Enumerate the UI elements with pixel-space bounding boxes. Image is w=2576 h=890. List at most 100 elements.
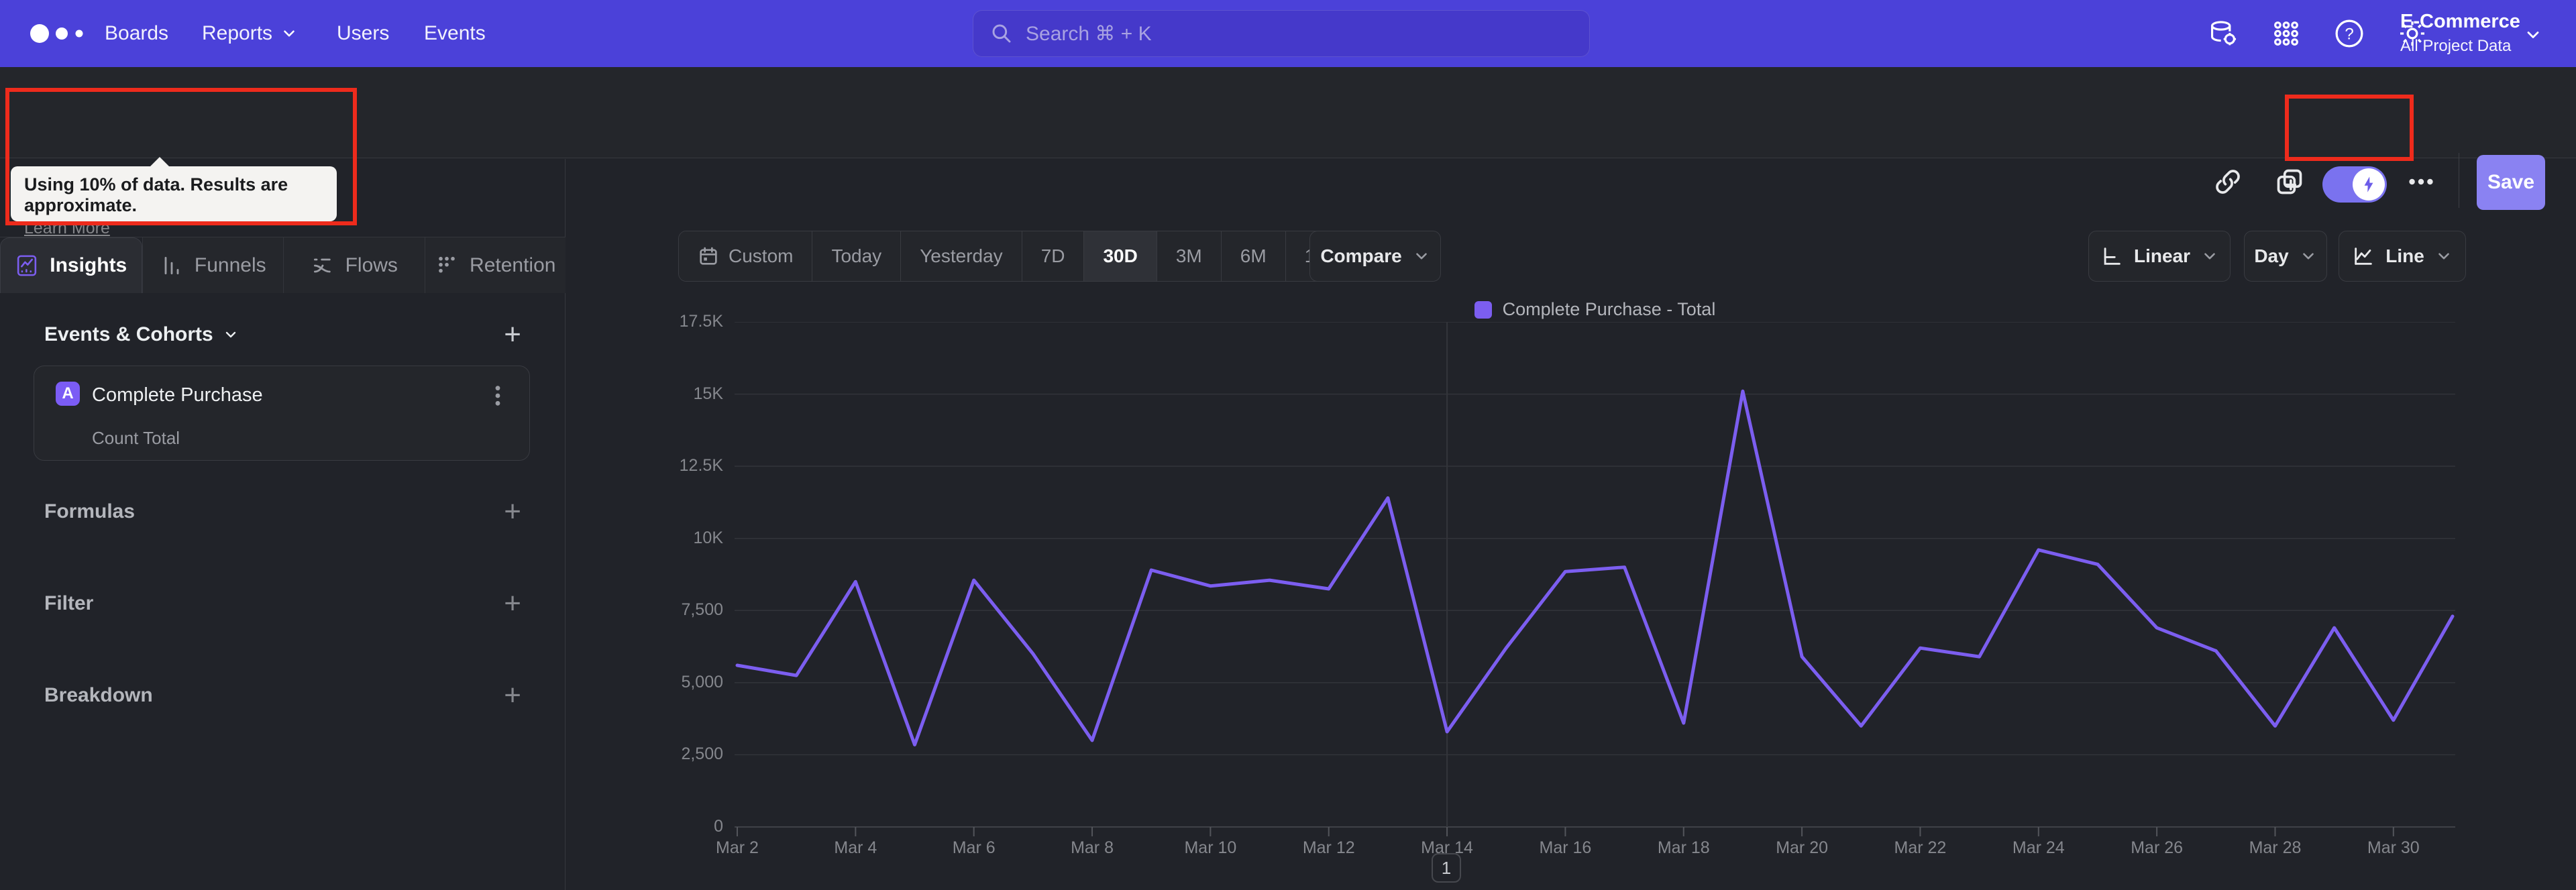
apps-grid-icon[interactable] [2267, 15, 2305, 52]
x-axis-label: Mar 30 [2367, 838, 2420, 857]
range-6m[interactable]: 6M [1220, 231, 1285, 281]
tab-insights[interactable]: Insights [0, 237, 142, 293]
filter-label: Filter [44, 592, 94, 614]
range-3m[interactable]: 3M [1156, 231, 1221, 281]
filter-header: Filter [44, 592, 93, 615]
help-icon[interactable]: ? [2330, 15, 2368, 52]
range-today[interactable]: Today [812, 231, 901, 281]
tab-retention-label: Retention [470, 254, 556, 276]
add-filter-button[interactable]: + [504, 589, 521, 618]
x-axis-label: Mar 24 [2012, 838, 2065, 857]
x-axis-label: Mar 26 [2131, 838, 2184, 857]
project-switcher[interactable]: E-Commerce All Project Data [2400, 11, 2520, 56]
add-formula-button[interactable]: + [504, 497, 521, 526]
calendar-icon [700, 247, 717, 265]
x-axis-label: Mar 22 [1894, 838, 1947, 857]
tab-insights-label: Insights [50, 254, 127, 276]
formulas-label: Formulas [44, 500, 136, 522]
linear-scale-icon [2104, 247, 2121, 265]
y-axis-label: 5,000 [681, 672, 723, 691]
project-scope: All Project Data [2400, 37, 2512, 55]
y-axis-label: 12.5K [679, 456, 723, 476]
mixpanel-logo-icon[interactable] [28, 20, 102, 47]
report-type-tabs: Insights Funnels Flows Retention [0, 237, 566, 293]
report-header-bar: Untitled Sampled + Add description... Sa… [0, 67, 2576, 210]
range-yesterday[interactable]: Yesterday [900, 231, 1022, 281]
tab-flows[interactable]: Flows [283, 237, 425, 293]
nav-users[interactable]: Users [337, 0, 389, 67]
range-6m-label: 6M [1240, 245, 1267, 266]
x-axis-label: Mar 8 [1071, 838, 1114, 857]
date-range-control: Custom Today Yesterday 7D 30D 3M 6M 12M [678, 231, 1361, 282]
chart-type-label: Line [2385, 245, 2424, 266]
line-chart-icon [2355, 247, 2372, 265]
mixpanel-insights-app: Boards Reports Users Events Search ⌘ + K [0, 0, 2576, 890]
chart-type-select[interactable]: Line [2339, 231, 2466, 282]
nav-events-label: Events [424, 22, 486, 44]
event-options-icon[interactable] [486, 382, 509, 409]
x-axis-label: Mar 10 [1184, 838, 1237, 857]
interval-select[interactable]: Day [2244, 231, 2327, 282]
retention-icon [439, 256, 455, 273]
x-axis-label: Mar 20 [1776, 838, 1828, 857]
y-axis-label: 10K [693, 528, 723, 547]
flows-icon [313, 258, 331, 272]
scale-label: Linear [2133, 245, 2191, 266]
range-7d[interactable]: 7D [1021, 231, 1084, 281]
line-chart[interactable] [735, 322, 2455, 842]
x-axis-label: Mar 12 [1302, 838, 1355, 857]
data-management-icon[interactable] [2204, 15, 2242, 52]
chart-legend[interactable]: Complete Purchase - Total [735, 299, 2455, 320]
x-axis-label: Mar 14 [1421, 838, 1473, 857]
tooltip-message: Using 10% of data. Results are approxima… [24, 174, 288, 215]
nav-boards[interactable]: Boards [105, 0, 168, 67]
series-line [735, 389, 2455, 746]
range-custom[interactable]: Custom [679, 231, 812, 281]
sampling-toggle[interactable] [2322, 166, 2387, 203]
event-metric[interactable]: Count Total [92, 428, 180, 449]
range-7d-label: 7D [1040, 245, 1065, 266]
more-options-icon[interactable] [2402, 162, 2440, 201]
scale-select[interactable]: Linear [2088, 231, 2231, 282]
add-breakdown-button[interactable]: + [504, 681, 521, 710]
y-axis-label: 2,500 [681, 744, 723, 764]
range-30d[interactable]: 30D [1083, 231, 1157, 281]
legend-swatch [1474, 300, 1492, 319]
tab-retention[interactable]: Retention [424, 237, 566, 293]
x-axis-label: Mar 16 [1539, 838, 1592, 857]
compare-button[interactable]: Compare [1309, 231, 1441, 282]
chevron-down-icon [225, 331, 235, 338]
chevron-down-icon [1415, 253, 1427, 260]
add-event-button[interactable]: + [504, 320, 521, 349]
chevron-down-icon[interactable] [2524, 25, 2542, 44]
chevron-down-icon [284, 30, 294, 37]
y-axis-label: 17.5K [679, 312, 723, 331]
search-icon [992, 24, 1011, 43]
event-letter-badge: A [56, 382, 80, 406]
breakdown-header: Breakdown [44, 684, 153, 707]
chevron-down-icon [2204, 253, 2215, 260]
save-button[interactable]: Save [2477, 155, 2545, 210]
events-cohorts-header[interactable]: Events & Cohorts [44, 323, 239, 346]
nav-boards-label: Boards [105, 22, 169, 44]
nav-events[interactable]: Events [424, 0, 486, 67]
formulas-header: Formulas [44, 500, 135, 523]
search-placeholder: Search ⌘ + K [1026, 22, 1152, 45]
tab-funnels[interactable]: Funnels [142, 237, 283, 293]
query-builder-sidebar: Insights Funnels Flows Retention Events … [0, 159, 566, 890]
x-axis-label: Mar 2 [716, 838, 759, 857]
duplicate-add-icon[interactable] [2270, 162, 2309, 201]
nav-users-label: Users [337, 22, 390, 44]
chevron-down-icon [2438, 253, 2449, 260]
copy-link-icon[interactable] [2208, 162, 2247, 201]
learn-more-link[interactable]: Learn More [24, 219, 110, 238]
search-input[interactable]: Search ⌘ + K [973, 10, 1590, 57]
event-row-complete-purchase[interactable]: A Complete Purchase Count Total [34, 366, 530, 461]
legend-series-label: Complete Purchase - Total [1502, 299, 1716, 319]
x-axis-label: Mar 28 [2249, 838, 2302, 857]
nav-reports[interactable]: Reports [202, 0, 298, 67]
range-3m-label: 3M [1175, 245, 1202, 266]
events-cohorts-header-row: Events & Cohorts + [44, 320, 521, 349]
nav-reports-label: Reports [202, 22, 273, 44]
top-navbar: Boards Reports Users Events Search ⌘ + K [0, 0, 2576, 67]
